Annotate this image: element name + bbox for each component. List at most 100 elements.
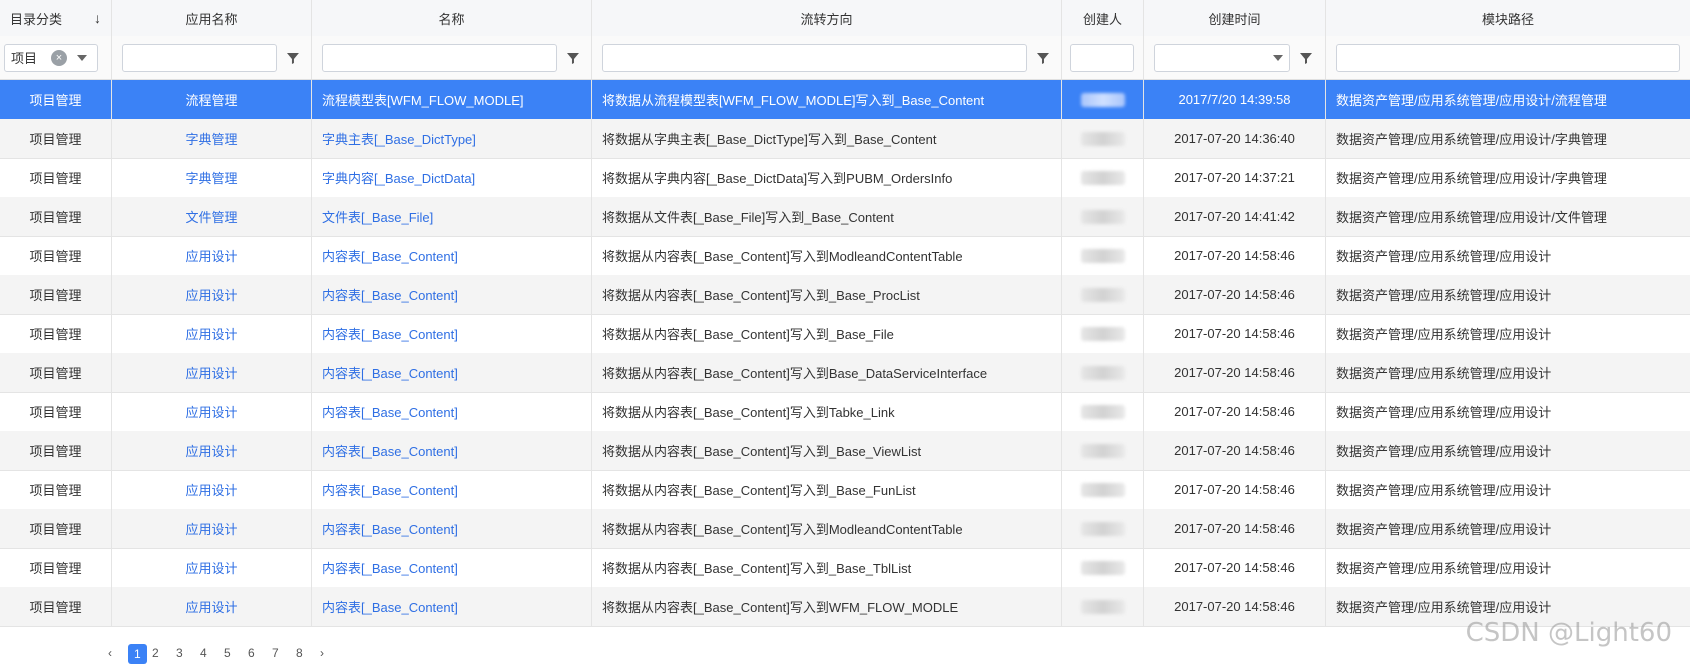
col-header-category[interactable]: 目录分类 ↓ (0, 0, 112, 36)
cell-category: 项目管理 (0, 119, 112, 158)
cell-name-link[interactable]: 内容表[_Base_Content] (312, 392, 592, 431)
cell-creator (1062, 80, 1144, 119)
cell-creator (1062, 197, 1144, 236)
cell-path: 数据资产管理/应用系统管理/应用设计 (1336, 249, 1552, 264)
cell-creator (1062, 236, 1144, 275)
cell-app-link[interactable]: 应用设计 (112, 587, 312, 626)
page-button[interactable]: 2 (152, 646, 159, 660)
category-filter-select[interactable]: 项目 × (4, 43, 98, 72)
cell-name-link[interactable]: 内容表[_Base_Content] (312, 431, 592, 470)
cell-app-link[interactable]: 应用设计 (112, 470, 312, 509)
table-row[interactable]: 项目管理 应用设计 内容表[_Base_Content] 将数据从内容表[_Base_… (0, 587, 1690, 627)
table-row[interactable]: 项目管理 字典管理 字典内容[_Base_DictData] 将数据从字典内容[_Ba… (0, 158, 1690, 198)
col-header-time[interactable]: 创建时间 (1144, 0, 1326, 36)
cell-path: 数据资产管理/应用系统管理/应用设计 (1336, 327, 1552, 342)
cell-name-link[interactable]: 内容表[_Base_Content] (312, 548, 592, 587)
app-filter-input[interactable] (122, 43, 278, 72)
path-filter-input[interactable] (1336, 43, 1680, 72)
page-button[interactable]: 8 (296, 646, 303, 660)
cell-category: 项目管理 (0, 314, 112, 353)
cell-name-link[interactable]: 内容表[_Base_Content] (312, 314, 592, 353)
cell-creator (1062, 548, 1144, 587)
table-row[interactable]: 项目管理 应用设计 内容表[_Base_Content] 将数据从内容表[_Base_… (0, 314, 1690, 354)
table-row[interactable]: 项目管理 应用设计 内容表[_Base_Content] 将数据从内容表[_Base_… (0, 275, 1690, 315)
cell-flow: 将数据从内容表[_Base_Content]写入到Tabke_Link (592, 392, 1062, 431)
col-header-app[interactable]: 应用名称 (112, 0, 312, 36)
table-row[interactable]: 项目管理 文件管理 文件表[_Base_File] 将数据从文件表[_Base_Fil… (0, 197, 1690, 237)
cell-name-link[interactable]: 字典主表[_Base_DictType] (312, 119, 592, 158)
redacted-creator (1080, 209, 1125, 224)
table-row[interactable]: 项目管理 应用设计 内容表[_Base_Content] 将数据从内容表[_Base_… (0, 470, 1690, 510)
cell-name-link[interactable]: 内容表[_Base_Content] (312, 470, 592, 509)
cell-app-link[interactable]: 应用设计 (112, 431, 312, 470)
sort-desc-icon[interactable]: ↓ (94, 10, 101, 26)
page-button[interactable]: 5 (224, 646, 231, 660)
cell-app-link[interactable]: 应用设计 (112, 509, 312, 548)
cell-name-link[interactable]: 内容表[_Base_Content] (312, 587, 592, 626)
filter-icon[interactable] (565, 50, 581, 66)
table-row[interactable]: 项目管理 流程管理 流程模型表[WFM_FLOW_MODLE] 将数据从流程模型表[W… (0, 80, 1690, 120)
cell-name-link[interactable]: 内容表[_Base_Content] (312, 236, 592, 275)
time-filter-cell (1144, 36, 1326, 79)
cell-flow: 将数据从内容表[_Base_Content]写入到_Base_ViewList (592, 431, 1062, 470)
table-row[interactable]: 项目管理 应用设计 内容表[_Base_Content] 将数据从内容表[_Base_… (0, 509, 1690, 549)
cell-app-link[interactable]: 文件管理 (112, 197, 312, 236)
cell-app-link[interactable]: 应用设计 (112, 353, 312, 392)
cell-path: 数据资产管理/应用系统管理/应用设计 (1336, 483, 1552, 498)
cell-app-link[interactable]: 应用设计 (112, 392, 312, 431)
table-row[interactable]: 项目管理 应用设计 内容表[_Base_Content] 将数据从内容表[_Base_… (0, 431, 1690, 471)
clear-icon[interactable]: × (51, 49, 68, 66)
table-row[interactable]: 项目管理 应用设计 内容表[_Base_Content] 将数据从内容表[_Base_… (0, 236, 1690, 276)
cell-path: 数据资产管理/应用系统管理/应用设计/字典管理 (1336, 171, 1607, 186)
redacted-creator (1080, 599, 1125, 614)
cell-app-link[interactable]: 字典管理 (112, 119, 312, 158)
cell-app-link[interactable]: 应用设计 (112, 275, 312, 314)
prev-page-icon[interactable]: ‹ (108, 646, 112, 660)
creator-filter-input[interactable] (1070, 43, 1134, 72)
cell-name-link[interactable]: 字典内容[_Base_DictData] (312, 158, 592, 197)
next-page-icon[interactable]: › (320, 646, 324, 660)
cell-app-link[interactable]: 流程管理 (112, 80, 312, 119)
cell-name-link[interactable]: 内容表[_Base_Content] (312, 275, 592, 314)
page-button[interactable]: 7 (272, 646, 279, 660)
cell-category: 项目管理 (0, 548, 112, 587)
cell-app-link[interactable]: 应用设计 (112, 236, 312, 275)
cell-name-link[interactable]: 内容表[_Base_Content] (312, 353, 592, 392)
filter-icon[interactable] (1298, 50, 1314, 66)
cell-category: 项目管理 (0, 275, 112, 314)
filter-icon[interactable] (1035, 50, 1051, 66)
cell-time: 2017-07-20 14:58:46 (1144, 236, 1326, 275)
flow-filter-input[interactable] (602, 43, 1028, 72)
name-filter-input[interactable] (322, 43, 558, 72)
table-row[interactable]: 项目管理 字典管理 字典主表[_Base_DictType] 将数据从字典主表[_Ba… (0, 119, 1690, 159)
cell-app-link[interactable]: 字典管理 (112, 158, 312, 197)
chevron-down-icon[interactable] (77, 54, 88, 61)
filter-icon[interactable] (285, 50, 301, 66)
col-header-flow[interactable]: 流转方向 (592, 0, 1062, 36)
table-row[interactable]: 项目管理 应用设计 内容表[_Base_Content] 将数据从内容表[_Base_… (0, 353, 1690, 393)
table-row[interactable]: 项目管理 应用设计 内容表[_Base_Content] 将数据从内容表[_Base_… (0, 392, 1690, 432)
redacted-creator (1080, 482, 1125, 497)
cell-app-link[interactable]: 应用设计 (112, 314, 312, 353)
page-button[interactable]: 3 (176, 646, 183, 660)
cell-path: 数据资产管理/应用系统管理/应用设计/流程管理 (1336, 93, 1607, 108)
time-filter-select[interactable] (1154, 43, 1290, 72)
redacted-creator (1080, 404, 1125, 419)
page-button[interactable]: 4 (200, 646, 207, 660)
cell-time: 2017-07-20 14:58:46 (1144, 275, 1326, 314)
col-header-name[interactable]: 名称 (312, 0, 592, 36)
cell-name-link[interactable]: 文件表[_Base_File] (312, 197, 592, 236)
table-row[interactable]: 项目管理 应用设计 内容表[_Base_Content] 将数据从内容表[_Base_… (0, 548, 1690, 588)
cell-app-link[interactable]: 应用设计 (112, 548, 312, 587)
col-header-creator[interactable]: 创建人 (1062, 0, 1144, 36)
cell-name-link[interactable]: 内容表[_Base_Content] (312, 509, 592, 548)
redacted-creator (1080, 92, 1125, 107)
cell-time: 2017-07-20 14:36:40 (1144, 119, 1326, 158)
cell-path: 数据资产管理/应用系统管理/应用设计 (1336, 405, 1552, 420)
page-button[interactable]: 6 (248, 646, 255, 660)
cell-name-link[interactable]: 流程模型表[WFM_FLOW_MODLE] (312, 80, 592, 119)
col-header-path[interactable]: 模块路径 (1326, 0, 1690, 36)
cell-time: 2017-07-20 14:58:46 (1144, 431, 1326, 470)
page-button[interactable]: 1 (128, 644, 147, 664)
cell-time: 2017-07-20 14:37:21 (1144, 158, 1326, 197)
